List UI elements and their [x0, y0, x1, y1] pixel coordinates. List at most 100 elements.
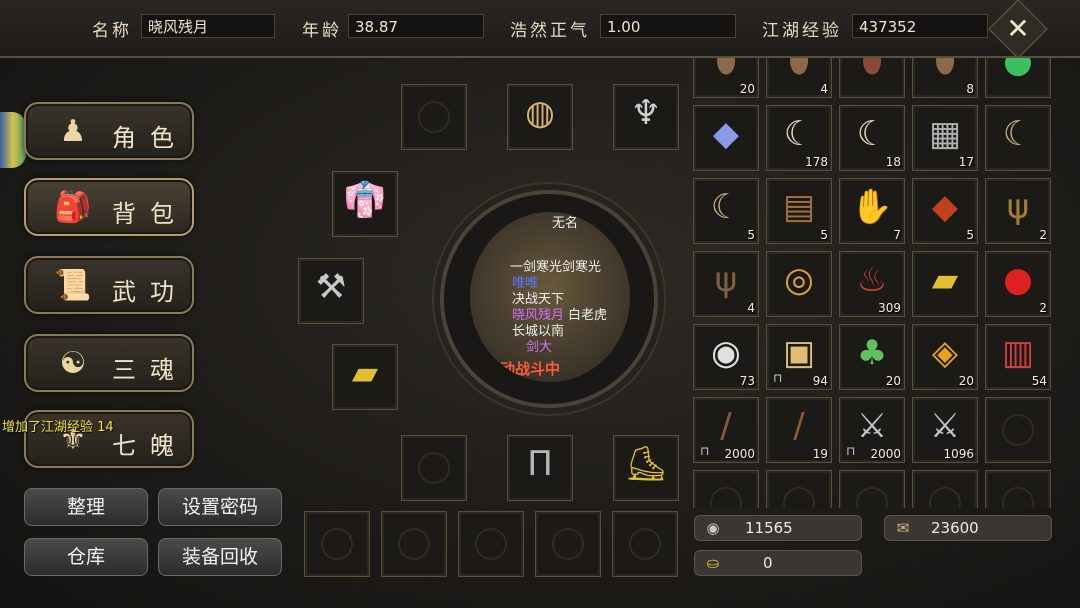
menu-label: 七魄	[112, 432, 188, 460]
bag-slot[interactable]: ▥ 54	[985, 324, 1051, 390]
menu-martial-button[interactable]: 📜 武功	[24, 256, 194, 314]
bag-slot[interactable]: ☾	[985, 105, 1051, 171]
item-count: 20	[739, 82, 755, 96]
equip-slot-weapon[interactable]: ⚒	[298, 258, 364, 324]
equip-slot-pants[interactable]: Π	[507, 435, 573, 501]
bag-slot[interactable]: ● 2	[985, 251, 1051, 317]
bag-slot[interactable]: ●	[985, 58, 1051, 98]
equip-slot-armor[interactable]: 👘	[332, 171, 398, 237]
item-icon: ▤	[782, 187, 816, 227]
white-hair-icon: ♆	[630, 93, 662, 133]
bag-slot[interactable]: ◆ 5	[912, 178, 978, 244]
item-icon: ◆	[712, 114, 740, 154]
name-label: 名称	[92, 21, 132, 41]
item-icon: ⬮	[861, 58, 883, 81]
item-icon: ▣	[782, 333, 816, 373]
equip-slot-necklace[interactable]: ◍	[507, 84, 573, 150]
bag-slot[interactable]: / 19	[766, 397, 832, 463]
equip-slot-empty[interactable]	[612, 511, 678, 577]
bag-slot[interactable]: ⚔ ⊓ 2000	[839, 397, 905, 463]
robe-icon: 👘	[343, 180, 387, 220]
menu-three-souls-button[interactable]: ☯ 三魂	[24, 334, 194, 392]
bag-slot[interactable]: ◎	[766, 251, 832, 317]
bag-grid[interactable]: ⬮ 20 ⬮ 4 ⬮ ⬮ 8 ● ◆ ☾ 178 ☾ 18 ▦ 17 ☾ ☾ 5 ▤ 5 ✋ 7 ◆ 5 ψ 2 ψ 4 ◎ ♨ 309 ▰ ●…	[688, 58, 1058, 508]
item-count: 19	[812, 447, 828, 461]
bag-slot[interactable]: ⬮ 4	[766, 58, 832, 98]
item-count: 309	[878, 301, 901, 315]
bag-slot[interactable]: / ⊓ 2000	[693, 397, 759, 463]
character-portrait[interactable]: 无名 一剑寒光剑寒光 唯唯 决战天下 晓风残月 白老虎 长城以南 剑大 动战斗中	[470, 212, 630, 382]
warehouse-button[interactable]: 仓库	[24, 538, 148, 576]
empty-slot-icon	[321, 528, 353, 560]
empty-slot-icon	[398, 528, 430, 560]
bag-slot[interactable]: ⬮ 20	[693, 58, 759, 98]
bag-slot[interactable]: ♨ 309	[839, 251, 905, 317]
equip-slot-hair[interactable]: ♆	[613, 84, 679, 150]
exp-gain-toast: 增加了江湖经验 14	[2, 420, 114, 435]
bag-slot[interactable]: ψ2	[985, 178, 1051, 244]
set-password-button[interactable]: 设置密码	[158, 488, 282, 526]
menu-label: 角色	[112, 124, 188, 152]
bag-slot[interactable]: ☾ 18	[839, 105, 905, 171]
equip-slot-boots[interactable]: ⛸	[613, 435, 679, 501]
recycle-button[interactable]: 装备回收	[158, 538, 282, 576]
menu-character-button[interactable]: ♟ 角色	[24, 102, 194, 160]
bag-slot[interactable]	[766, 470, 832, 508]
age-field: 38.87	[348, 14, 484, 38]
bag-slot[interactable]: ☾ 5	[693, 178, 759, 244]
item-count: 17	[958, 155, 974, 169]
item-count: 2	[1039, 301, 1047, 315]
menu-label: 武功	[112, 278, 188, 306]
close-icon[interactable]: ✕	[998, 9, 1038, 49]
bag-slot[interactable]	[693, 470, 759, 508]
tokens-bar: ✉ 23600	[884, 515, 1052, 541]
ingots-bar: ⛀ 0	[694, 550, 862, 576]
bag-slot[interactable]: ▰	[912, 251, 978, 317]
portrait-text: 剑大	[526, 340, 553, 355]
tokens-value: 23600	[931, 519, 979, 537]
bag-slot[interactable]	[839, 470, 905, 508]
bag-slot[interactable]: ◉ 73	[693, 324, 759, 390]
item-count: 4	[820, 82, 828, 96]
bag-slot[interactable]	[985, 397, 1051, 463]
item-icon: ψ	[1006, 187, 1030, 227]
bag-slot[interactable]: ⬮ 8	[912, 58, 978, 98]
item-icon: ☾	[783, 114, 815, 154]
portrait-text: 无名	[552, 216, 579, 231]
bag-slot[interactable]: ▤ 5	[766, 178, 832, 244]
bag-slot[interactable]: ⚔ 1096	[912, 397, 978, 463]
bag-slot[interactable]: ♣ 20	[839, 324, 905, 390]
item-icon: ♣	[856, 333, 888, 373]
bag-slot[interactable]: ▦ 17	[912, 105, 978, 171]
item-count: 178	[805, 155, 828, 169]
pants-icon: Π	[527, 444, 553, 484]
bag-slot[interactable]	[912, 470, 978, 508]
empty-slot-icon	[1002, 487, 1034, 508]
equip-slot-empty[interactable]	[401, 435, 467, 501]
menu-bag-button[interactable]: 🎒 背包	[24, 178, 194, 236]
item-icon: ⬮	[788, 58, 810, 81]
bag-slot[interactable]	[985, 470, 1051, 508]
bag-slot[interactable]: ◈ 20	[912, 324, 978, 390]
event-flag-icon[interactable]	[0, 112, 26, 168]
equip-slot-empty[interactable]	[458, 511, 524, 577]
equip-slot-bracer[interactable]: ▰	[332, 344, 398, 410]
bag-slot[interactable]: ◆	[693, 105, 759, 171]
equip-slot-empty[interactable]	[535, 511, 601, 577]
item-icon: ▰	[931, 260, 959, 300]
equip-slot-empty[interactable]	[381, 511, 447, 577]
equip-slot-empty[interactable]	[304, 511, 370, 577]
bag-slot[interactable]: ☾ 178	[766, 105, 832, 171]
bag-slot[interactable]: ⬮	[839, 58, 905, 98]
item-icon: ⚔	[929, 406, 961, 446]
item-icon: ●	[1003, 58, 1033, 81]
bag-slot[interactable]: ✋ 7	[839, 178, 905, 244]
item-count: 2000	[724, 447, 755, 461]
equip-slot-empty[interactable]	[401, 84, 467, 150]
item-icon: ⬮	[934, 58, 956, 81]
bead-necklace-icon: ◍	[525, 93, 555, 133]
sort-button[interactable]: 整理	[24, 488, 148, 526]
item-icon: ☾	[1002, 114, 1034, 154]
bag-slot[interactable]: ▣ ⊓ 94	[766, 324, 832, 390]
bag-slot[interactable]: ψ4	[693, 251, 759, 317]
